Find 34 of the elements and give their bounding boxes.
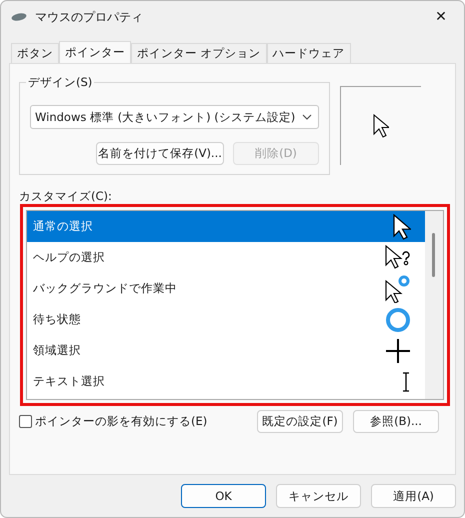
dialog-button[interactable]: キャンセル bbox=[276, 484, 361, 508]
help-cursor-icon bbox=[385, 244, 411, 270]
cursor-list-item[interactable]: ヘルプの選択 bbox=[27, 242, 425, 273]
dialog-button[interactable]: 適用(A) bbox=[371, 484, 456, 508]
arrow-cursor-icon bbox=[393, 214, 411, 240]
dialog-button[interactable]: OK bbox=[181, 484, 266, 508]
mouse-icon bbox=[11, 12, 27, 22]
chevron-down-icon bbox=[302, 114, 312, 120]
tab[interactable]: ポインター bbox=[59, 41, 131, 63]
working-cursor-icon bbox=[385, 274, 411, 302]
default-button[interactable]: 既定の設定(F) bbox=[257, 410, 343, 433]
customize-label: カスタマイズ(C): bbox=[19, 189, 112, 204]
checkbox-label: ポインターの影を有効にする(E) bbox=[35, 414, 208, 429]
tab[interactable]: ハードウェア bbox=[266, 43, 351, 63]
arrow-cursor-icon bbox=[373, 114, 389, 138]
checkbox[interactable] bbox=[19, 415, 32, 428]
busy-cursor-icon bbox=[385, 306, 411, 332]
text-cursor-icon bbox=[401, 372, 411, 392]
cursor-list-item[interactable]: バックグラウンドで作業中 bbox=[27, 273, 425, 304]
scrollbar[interactable] bbox=[425, 211, 443, 399]
cursor-list-item[interactable]: 領域選択 bbox=[27, 335, 425, 366]
shadow-checkbox[interactable]: ポインターの影を有効にする(E) bbox=[19, 414, 247, 429]
cursor-list-item[interactable]: テキスト選択 bbox=[27, 366, 425, 397]
save-as-button[interactable]: 名前を付けて保存(V)... bbox=[96, 142, 224, 165]
close-button[interactable]: ✕ bbox=[418, 9, 464, 25]
group-label: デザイン(S) bbox=[26, 75, 94, 90]
crosshair-cursor-icon bbox=[385, 338, 411, 364]
window-title: マウスのプロパティ bbox=[35, 8, 144, 26]
browse-button[interactable]: 参照(B)... bbox=[353, 410, 439, 433]
design-dropdown[interactable]: Windows 標準 (大きいフォント) (システム設定) bbox=[30, 105, 319, 129]
cursor-list-item[interactable]: 待ち状態 bbox=[27, 304, 425, 335]
tab[interactable]: ボタン bbox=[11, 43, 59, 63]
tab[interactable]: ポインター オプション bbox=[131, 43, 267, 63]
cursor-list-item[interactable]: 通常の選択 bbox=[27, 211, 425, 242]
